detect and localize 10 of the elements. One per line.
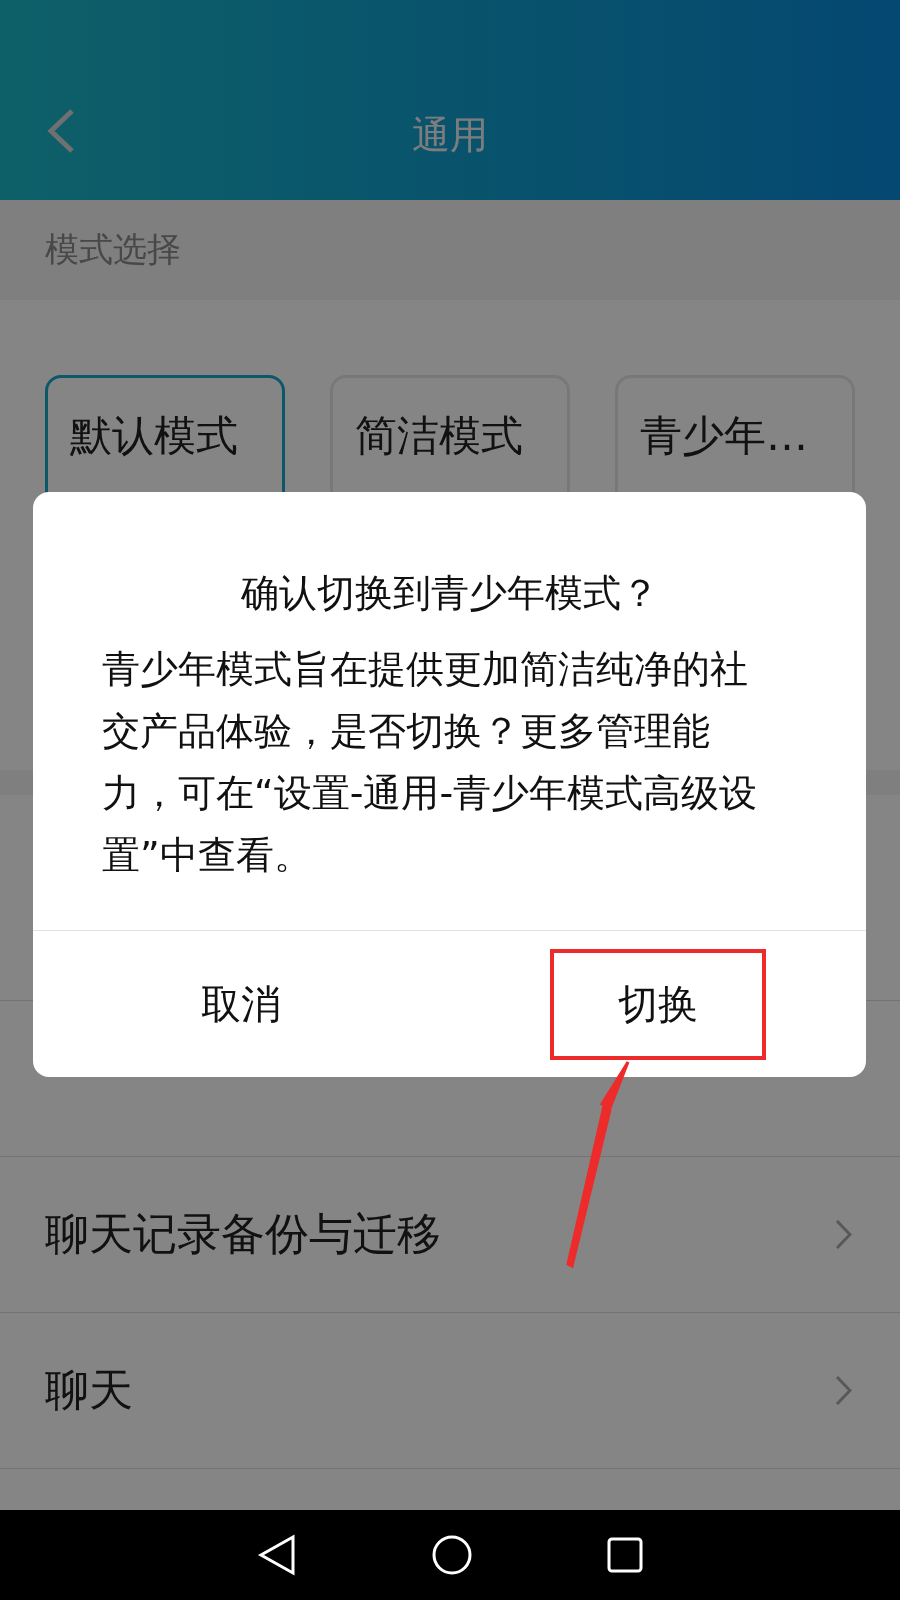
row-label: 聊天 <box>45 1363 133 1417</box>
row-label: 聊天记录备份与迁移 <box>45 1207 441 1261</box>
dialog-button[interactable]: 取消 <box>131 954 352 1054</box>
recents-nav-icon[interactable] <box>607 1537 643 1573</box>
chevron-right-icon <box>835 1219 852 1250</box>
back-nav-icon[interactable] <box>257 1534 297 1576</box>
dialog-message: 青少年模式旨在提供更加简洁纯净的社交产品体验，是否切换？更多管理能力，可在“设置-通用-青少年模式高级设置”中查看。 <box>102 646 759 879</box>
home-nav-icon[interactable] <box>431 1534 473 1576</box>
screen-title: 通用 <box>412 111 488 159</box>
chevron-right-icon <box>835 1375 852 1406</box>
